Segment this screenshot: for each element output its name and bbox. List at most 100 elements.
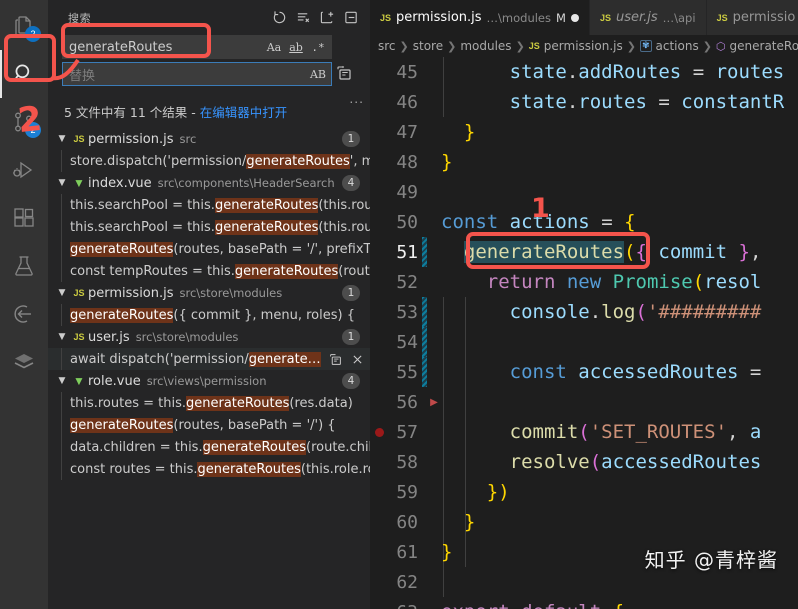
breadcrumb-item-modules[interactable]: modules [460,39,511,53]
close-icon[interactable] [349,350,367,368]
code-line[interactable]: 56 ▶ [370,387,798,417]
chevron-down-icon[interactable]: ▼ [54,288,70,298]
replace-icon[interactable] [327,350,345,368]
breadcrumb-item-generate-routes[interactable]: ⬡ generateRo [716,39,798,53]
clear-all-icon[interactable] [292,7,314,29]
sidebar-actions [268,7,362,29]
result-match-row[interactable]: this.routes = this.generateRoutes(res.da… [48,392,370,414]
dirty-indicator-icon[interactable] [570,13,579,22]
result-file-path: src\store\modules [135,330,239,344]
result-match-row[interactable]: const tempRoutes = this.generateRoutes(r… [48,260,370,282]
result-file-row[interactable]: ▼ ▼ role.vue src\views\permission 4 [48,370,370,392]
change-indicator [422,177,427,207]
code-text: state.routes = constantR [441,87,798,117]
code-editor[interactable]: 45 state.addRoutes = routes 46 state.rout… [370,57,798,609]
code-line[interactable]: 55 const accessedRoutes = [370,357,798,387]
result-file-row[interactable]: ▼ JS user.js src\store\modules 1 [48,326,370,348]
new-search-editor-icon[interactable] [316,7,338,29]
preserve-case-toggle[interactable]: AB [308,64,328,84]
code-token: } [463,511,476,533]
code-line[interactable]: 45 state.addRoutes = routes [370,57,798,87]
change-indicator [422,267,427,297]
tab-user-js-api[interactable]: JS user.js …\api [589,0,707,35]
code-line[interactable]: 59 }) [370,477,798,507]
code-token: = [692,61,705,83]
code-line[interactable]: 48} [370,147,798,177]
result-match-row[interactable]: generateRoutes(routes, basePath = '/') { [48,414,370,436]
chevron-down-icon[interactable]: ▼ [54,178,70,188]
activitybar-item-run-and-debug[interactable] [0,146,48,194]
tab-permission-js-modules[interactable]: JS permission.js …\modules M [370,0,590,35]
chevron-down-icon[interactable]: ▼ [54,376,70,386]
match-case-toggle[interactable]: Aa [264,37,284,57]
use-regex-toggle[interactable]: .* [308,37,328,57]
code-line[interactable]: 57 commit('SET_ROUTES', a [370,417,798,447]
code-line[interactable]: 63 export default { [370,597,798,609]
code-token: } [441,541,453,563]
breadcrumb-item-store[interactable]: store [413,39,443,53]
breadcrumb-item-src[interactable]: src [378,39,396,53]
result-match-row[interactable]: generateRoutes({ commit }, menu, roles) … [48,304,370,326]
code-line[interactable]: 49 [370,177,798,207]
breadcrumb-item-permission-js[interactable]: JS permission.js [529,39,623,53]
code-line[interactable]: 50 const actions = { [370,207,798,237]
code-line[interactable]: 51 generateRoutes({ commit }, [370,237,798,267]
search-widget: generateRoutes Aa ab .* 替换 AB ... [48,35,370,105]
activitybar-item-testing[interactable] [0,242,48,290]
result-match-row[interactable]: store.dispatch('permission/generateRoute… [48,150,370,172]
chevron-down-icon[interactable]: ▼ [54,332,70,342]
activitybar-item-source-control[interactable]: 2 [0,98,48,146]
fold-marker-icon[interactable]: ▶ [427,397,441,408]
code-line[interactable]: 52 return new Promise(resol [370,267,798,297]
summary-text: 5 文件中有 11 个结果 - [64,105,200,120]
activitybar-item-remote-explorer[interactable] [0,290,48,338]
replace-all-button[interactable] [332,35,356,89]
open-in-editor-link[interactable]: 在编辑器中打开 [200,105,288,120]
tab-permission-third[interactable]: JS permissio [706,0,798,35]
result-match-row[interactable]: data.children = this.generateRoutes(rout… [48,436,370,458]
chevron-down-icon[interactable]: ▼ [54,134,70,144]
line-number: 59 [396,481,418,503]
line-number: 56 [396,391,418,413]
activitybar-item-explorer[interactable]: 2 [0,2,48,50]
result-match-row[interactable]: const routes = this.generateRoutes(this.… [48,458,370,480]
code-token: a [749,421,762,443]
code-token: { [635,241,647,263]
code-token: { [624,211,636,233]
refresh-icon[interactable] [268,7,290,29]
result-match-row[interactable]: generateRoutes(routes, basePath = '/', p… [48,238,370,260]
collapse-all-icon[interactable] [340,7,362,29]
result-match-row[interactable]: this.searchPool = this.generateRoutes(th… [48,216,370,238]
code-line[interactable]: 58 resolve(accessedRoutes [370,447,798,477]
activitybar-item-extensions[interactable] [0,194,48,242]
vue-file-icon: ▼ [73,176,85,190]
activitybar-item-layers[interactable] [0,338,48,386]
result-match-row[interactable]: await dispatch('permission/generate… [48,348,370,370]
code-line[interactable]: 53 console.log('######### [370,297,798,327]
breakpoint-dot [374,427,384,437]
search-input[interactable]: generateRoutes Aa ab .* [62,35,332,59]
breadcrumb-item-actions[interactable]: ✾ actions [639,39,699,53]
breakpoint-icon[interactable] [370,427,388,437]
result-file-row[interactable]: ▼ ▼ index.vue src\components\HeaderSearc… [48,172,370,194]
replace-input[interactable]: 替换 AB [62,62,332,86]
code-line[interactable]: 60 } [370,507,798,537]
result-file-row[interactable]: ▼ JS permission.js src 1 [48,128,370,150]
code-line[interactable]: 54 [370,327,798,357]
code-token: state [509,91,567,113]
code-token: . [566,91,579,113]
result-file-row[interactable]: ▼ JS permission.js src\store\modules 1 [48,282,370,304]
match-whole-word-toggle[interactable]: ab [286,37,306,57]
change-indicator [422,207,427,237]
code-token: ( [578,421,590,443]
code-line[interactable]: 47 } [370,117,798,147]
search-details-toggle[interactable]: ... [349,91,364,105]
code-token: commit [658,241,728,263]
search-results-tree[interactable]: ▼ JS permission.js src 1 store.dispatch(… [48,126,370,609]
code-line[interactable]: 46 state.routes = constantR [370,87,798,117]
code-token: resol [704,271,762,293]
result-match-row[interactable]: this.searchPool = this.generateRoutes(th… [48,194,370,216]
activitybar-item-search[interactable] [0,50,48,98]
